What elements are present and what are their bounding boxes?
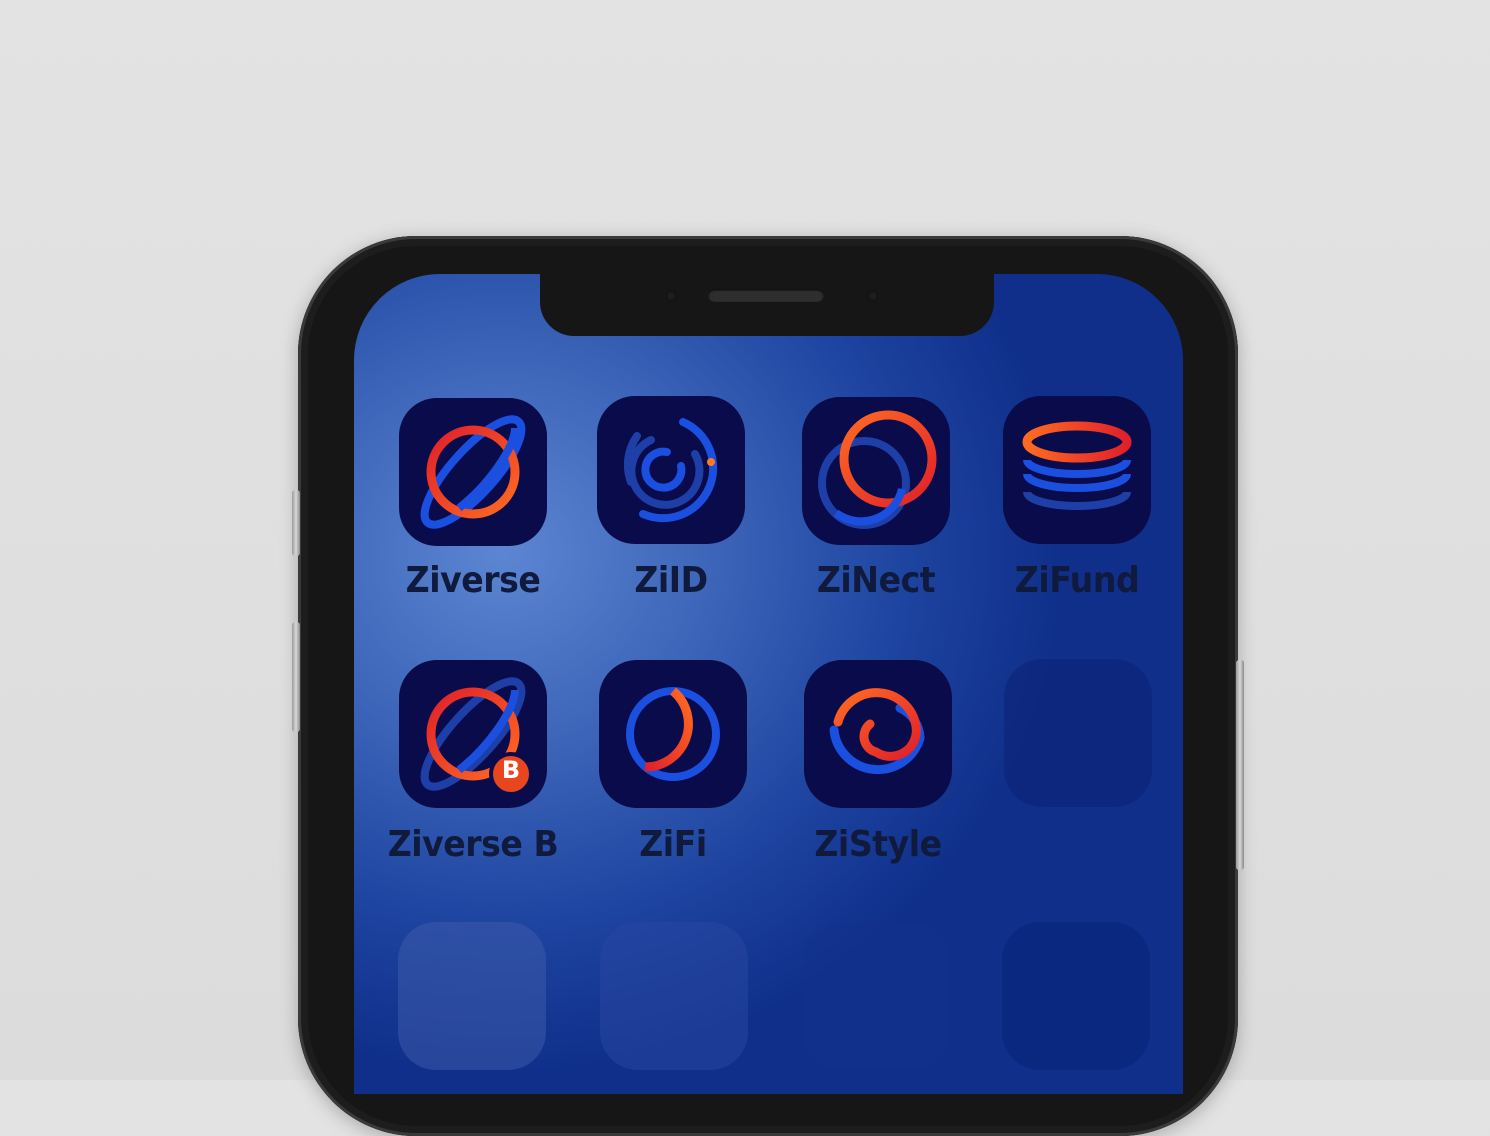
zistyle-spiral-icon[interactable] — [804, 660, 952, 808]
notch — [540, 274, 994, 336]
volume-up-button — [292, 622, 300, 732]
front-camera — [868, 291, 878, 301]
app-label-zifund: ZiFund — [1014, 560, 1140, 601]
zinect-rings-icon[interactable] — [802, 397, 950, 545]
side-button — [292, 490, 300, 556]
empty-app-slot — [1004, 659, 1152, 807]
earpiece-speaker — [708, 289, 824, 302]
app-label-ziverse: Ziverse — [405, 560, 541, 601]
zifi-ring-icon[interactable] — [599, 660, 747, 808]
ziverse-planet-icon[interactable] — [399, 398, 547, 546]
empty-app-slot — [802, 922, 950, 1070]
ziid-fingerprint-icon[interactable] — [597, 396, 745, 544]
empty-app-slot — [398, 922, 546, 1070]
app-label-zinect: ZiNect — [816, 560, 936, 601]
zifund-coin-stack-icon[interactable] — [1003, 396, 1151, 544]
app-label-zifi: ZiFi — [639, 824, 707, 865]
sensor-dot — [666, 291, 676, 301]
app-label-zistyle: ZiStyle — [814, 824, 942, 865]
power-button — [1236, 660, 1244, 870]
empty-app-slot — [1002, 922, 1150, 1070]
app-label-ziid: ZiID — [634, 560, 708, 601]
app-label-ziverse-b: Ziverse B — [387, 824, 559, 865]
empty-app-slot — [600, 922, 748, 1070]
ziverse-b-planet-icon[interactable]: B — [399, 660, 547, 808]
badge-b: B — [501, 756, 521, 784]
